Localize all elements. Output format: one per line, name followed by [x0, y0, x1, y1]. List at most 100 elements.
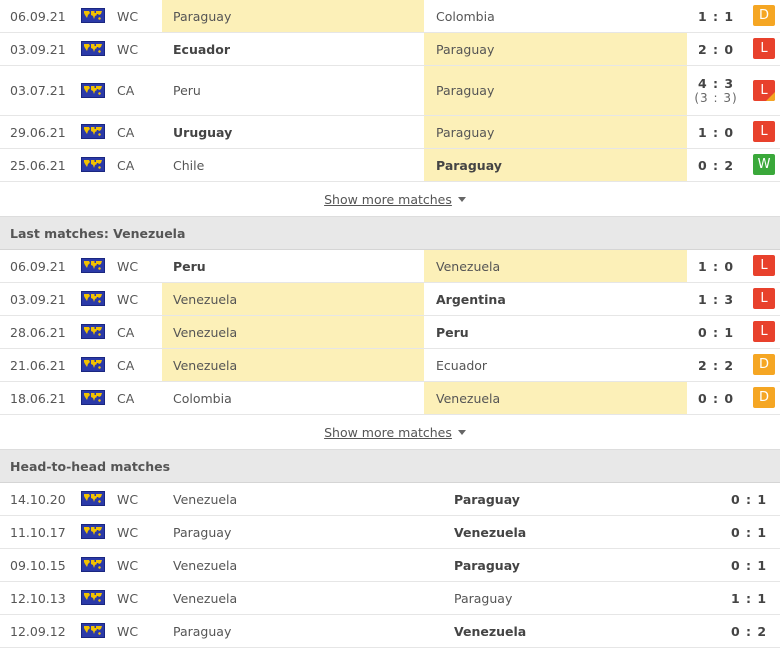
match-score: 4 : 3 (3 : 3) — [687, 66, 745, 115]
match-row[interactable]: 12.09.12 WC Paraguay Venezuela 0 : 2 — [0, 615, 780, 648]
away-team[interactable]: Venezuela — [454, 615, 654, 647]
world-map-icon — [81, 491, 105, 506]
result-badge: L — [753, 79, 775, 101]
away-team[interactable]: Paraguay — [424, 33, 687, 65]
match-row[interactable]: 03.09.21 WC Venezuela Argentina 1 : 3 L — [0, 283, 780, 316]
world-map-icon — [81, 124, 105, 139]
away-team[interactable]: Paraguay — [424, 116, 687, 148]
match-row[interactable]: 28.06.21 CA Venezuela Peru 0 : 1 L — [0, 316, 780, 349]
home-team[interactable]: Peru — [162, 250, 424, 282]
home-team[interactable]: Paraguay — [162, 516, 424, 548]
caret-down-icon[interactable] — [457, 196, 466, 202]
match-row[interactable]: 25.06.21 CA Chile Paraguay 0 : 2 W — [0, 149, 780, 182]
team-name: Paraguay — [454, 590, 513, 606]
match-date: 09.10.15 — [10, 557, 66, 573]
score-value: 4 : 3 — [697, 76, 735, 91]
competition-label: CA — [117, 324, 135, 340]
home-team[interactable]: Colombia — [162, 382, 424, 414]
competition-label: WC — [117, 258, 139, 274]
match-row[interactable]: 11.10.17 WC Paraguay Venezuela 0 : 1 — [0, 516, 780, 549]
match-date: 03.09.21 — [10, 41, 66, 57]
match-date: 18.06.21 — [10, 390, 66, 406]
score-value: 2 : 2 — [697, 357, 735, 373]
away-team[interactable]: Ecuador — [424, 349, 687, 381]
match-row[interactable]: 06.09.21 WC Paraguay Colombia 1 : 1 D — [0, 0, 780, 33]
match-row[interactable]: 09.10.15 WC Venezuela Paraguay 0 : 1 — [0, 549, 780, 582]
section-header: Head-to-head matches — [0, 450, 780, 483]
match-score: 1 : 0 — [687, 250, 745, 282]
competition-label: WC — [117, 524, 139, 540]
match-date: 25.06.21 — [10, 157, 66, 173]
match-date: 11.10.17 — [10, 524, 66, 540]
away-team[interactable]: Paraguay — [454, 549, 654, 581]
match-score: 0 : 2 — [687, 149, 745, 181]
score-value: 0 : 0 — [697, 390, 735, 406]
match-score: 0 : 1 — [720, 483, 778, 515]
team-name: Paraguay — [173, 524, 232, 540]
world-map-icon — [81, 557, 105, 572]
home-team[interactable]: Venezuela — [162, 549, 424, 581]
home-team[interactable]: Uruguay — [162, 116, 424, 148]
world-map-icon — [81, 291, 105, 306]
home-team[interactable]: Paraguay — [162, 0, 424, 32]
team-name: Ecuador — [436, 357, 488, 373]
team-name: Peru — [173, 83, 201, 98]
match-date: 28.06.21 — [10, 324, 66, 340]
score-value: 1 : 1 — [730, 590, 768, 606]
result-badge: L — [753, 38, 775, 59]
world-map-icon — [81, 82, 105, 98]
away-team[interactable]: Paraguay — [424, 149, 687, 181]
away-team[interactable]: Paraguay — [454, 483, 654, 515]
away-team[interactable]: Argentina — [424, 283, 687, 315]
home-team[interactable]: Paraguay — [162, 615, 424, 647]
match-date: 03.09.21 — [10, 291, 66, 307]
home-team[interactable]: Venezuela — [162, 316, 424, 348]
match-row[interactable]: 29.06.21 CA Uruguay Paraguay 1 : 0 L — [0, 116, 780, 149]
match-row[interactable]: 14.10.20 WC Venezuela Paraguay 0 : 1 — [0, 483, 780, 516]
competition-label: CA — [117, 157, 135, 173]
show-more-link[interactable]: Show more matches — [324, 425, 452, 440]
home-team[interactable]: Peru — [162, 66, 424, 115]
home-team[interactable]: Venezuela — [162, 582, 424, 614]
away-team[interactable]: Peru — [424, 316, 687, 348]
away-team[interactable]: Venezuela — [424, 250, 687, 282]
matches-page: 06.09.21 WC Paraguay Colombia 1 : 1 D 03.09.21… — [0, 0, 780, 648]
match-score: 2 : 2 — [687, 349, 745, 381]
score-value: 2 : 0 — [697, 41, 735, 57]
away-team[interactable]: Venezuela — [454, 516, 654, 548]
score-value: 0 : 2 — [697, 157, 735, 173]
caret-down-icon[interactable] — [457, 429, 466, 435]
match-row[interactable]: 06.09.21 WC Peru Venezuela 1 : 0 L — [0, 250, 780, 283]
world-map-icon — [81, 324, 105, 339]
away-team[interactable]: Paraguay — [454, 582, 654, 614]
match-row[interactable]: 12.10.13 WC Venezuela Paraguay 1 : 1 — [0, 582, 780, 615]
team-name: Venezuela — [454, 524, 527, 540]
away-team[interactable]: Paraguay — [424, 66, 687, 115]
match-row[interactable]: 21.06.21 CA Venezuela Ecuador 2 : 2 D — [0, 349, 780, 382]
competition-label: WC — [117, 590, 139, 606]
home-team[interactable]: Ecuador — [162, 33, 424, 65]
home-team[interactable]: Venezuela — [162, 349, 424, 381]
match-score: 1 : 1 — [720, 582, 778, 614]
show-more-link[interactable]: Show more matches — [324, 192, 452, 207]
team-name: Paraguay — [436, 124, 495, 140]
team-name: Venezuela — [173, 491, 238, 507]
away-team[interactable]: Venezuela — [424, 382, 687, 414]
match-row[interactable]: 03.09.21 WC Ecuador Paraguay 2 : 0 L — [0, 33, 780, 66]
team-name: Paraguay — [173, 8, 232, 24]
result-letter: L — [760, 258, 768, 273]
result-letter: L — [760, 291, 768, 306]
match-row[interactable]: 03.07.21 CA Peru Paraguay 4 : 3 (3 : 3) L — [0, 66, 780, 116]
away-team[interactable]: Colombia — [424, 0, 687, 32]
home-team[interactable]: Venezuela — [162, 283, 424, 315]
competition-label: WC — [117, 41, 139, 57]
team-name: Peru — [436, 324, 469, 340]
world-map-icon — [81, 590, 105, 605]
result-badge: D — [753, 387, 775, 408]
team-name: Paraguay — [454, 557, 520, 573]
home-team[interactable]: Venezuela — [162, 483, 424, 515]
team-name: Venezuela — [436, 258, 501, 274]
home-team[interactable]: Chile — [162, 149, 424, 181]
score-value: 1 : 3 — [697, 291, 735, 307]
match-row[interactable]: 18.06.21 CA Colombia Venezuela 0 : 0 D — [0, 382, 780, 415]
